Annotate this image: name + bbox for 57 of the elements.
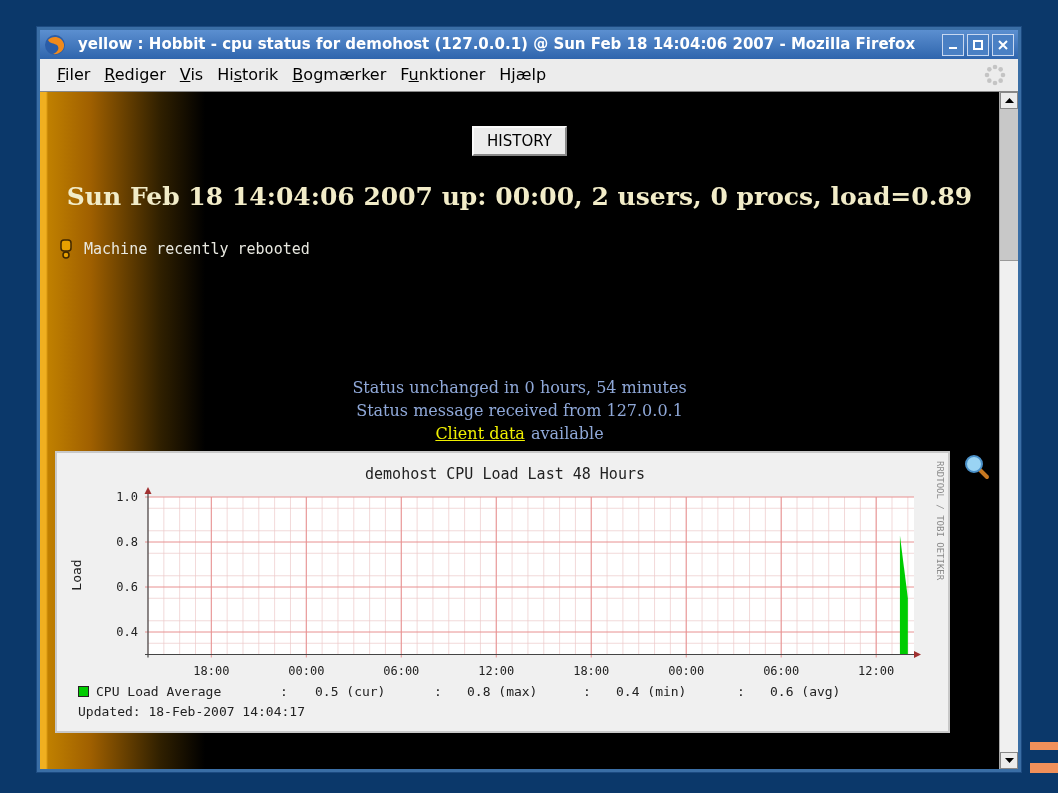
status-line: Status message received from 127.0.0.1	[356, 400, 683, 422]
status-heading: Sun Feb 18 14:04:06 2007 up: 00:00, 2 users, 0 procs, load=0.89	[66, 181, 973, 213]
menu-item[interactable]: Hjælp	[494, 63, 552, 87]
x-tick-label: 00:00	[668, 664, 705, 678]
desktop-stripe	[1030, 742, 1058, 750]
menu-item[interactable]: Filer	[52, 63, 96, 87]
legend-separator: :	[434, 684, 442, 699]
menu-item[interactable]: Bogmærker	[287, 63, 392, 87]
y-tick-label: 0.4	[116, 625, 138, 639]
window-title: yellow : Hobbit - cpu status for demohost (127.0.0.1) @ Sun Feb 18 14:04:06 2007 - Mozilla Firefox	[78, 34, 917, 56]
legend-value: 0.4 (min)	[616, 684, 687, 699]
legend-separator: :	[737, 684, 745, 699]
legend-label: CPU Load Average	[96, 684, 222, 699]
legend-value: 0.8 (max)	[467, 684, 538, 699]
x-tick-label: 18:00	[193, 664, 230, 678]
history-button[interactable]: HISTORY	[472, 126, 567, 156]
close-button[interactable]	[992, 33, 1014, 56]
y-tick-label: 0.8	[116, 535, 138, 549]
menu-item[interactable]: Vis	[174, 63, 209, 87]
menu-item[interactable]: Funktioner	[395, 63, 491, 87]
scrollbar[interactable]	[999, 92, 1018, 769]
side-note: RRDTOOL / TOBI OETIKER	[935, 461, 945, 581]
minimize-button[interactable]	[942, 33, 964, 56]
desktop-stripe	[1030, 763, 1058, 773]
menu-item[interactable]: Rediger	[99, 63, 171, 87]
scroll-down-button[interactable]	[1000, 752, 1018, 769]
maximize-button[interactable]	[967, 33, 989, 56]
x-tick-label: 00:00	[288, 664, 325, 678]
x-tick-label: 06:00	[383, 664, 420, 678]
client-data-text: available	[530, 423, 604, 445]
client-data-link[interactable]: Client data	[435, 422, 525, 445]
updated-text: Updated: 18-Feb-2007 14:04:17	[78, 704, 305, 719]
throbber-icon	[984, 64, 1006, 86]
chart-title: demohost CPU Load Last 48 Hours	[365, 465, 645, 483]
x-tick-label: 12:00	[858, 664, 895, 678]
zoom-icon[interactable]	[964, 454, 990, 480]
legend-separator: :	[583, 684, 591, 699]
x-tick-label: 18:00	[573, 664, 610, 678]
legend-value: 0.6 (avg)	[770, 684, 841, 699]
close-icon	[998, 39, 1008, 50]
browser-logo-icon	[44, 33, 66, 56]
scroll-up-button[interactable]	[1000, 92, 1018, 109]
y-tick-label: 0.6	[116, 580, 138, 594]
alert-message: Machine recently rebooted	[84, 238, 310, 260]
legend-separator: :	[280, 684, 288, 699]
up-arrow-icon	[1004, 98, 1014, 103]
menu-item[interactable]: Historik	[212, 63, 284, 87]
y-axis-label: Load	[69, 559, 84, 591]
maximize-icon	[973, 39, 983, 50]
y-tick-label: 1.0	[116, 490, 138, 504]
scroll-thumb[interactable]	[1000, 109, 1018, 261]
x-tick-label: 12:00	[478, 664, 515, 678]
minimize-icon	[949, 46, 957, 49]
status-line: Status unchanged in 0 hours, 54 minutes	[352, 377, 687, 399]
down-arrow-icon	[1004, 758, 1014, 763]
x-tick-label: 06:00	[763, 664, 800, 678]
legend-value: 0.5 (cur)	[315, 684, 386, 699]
